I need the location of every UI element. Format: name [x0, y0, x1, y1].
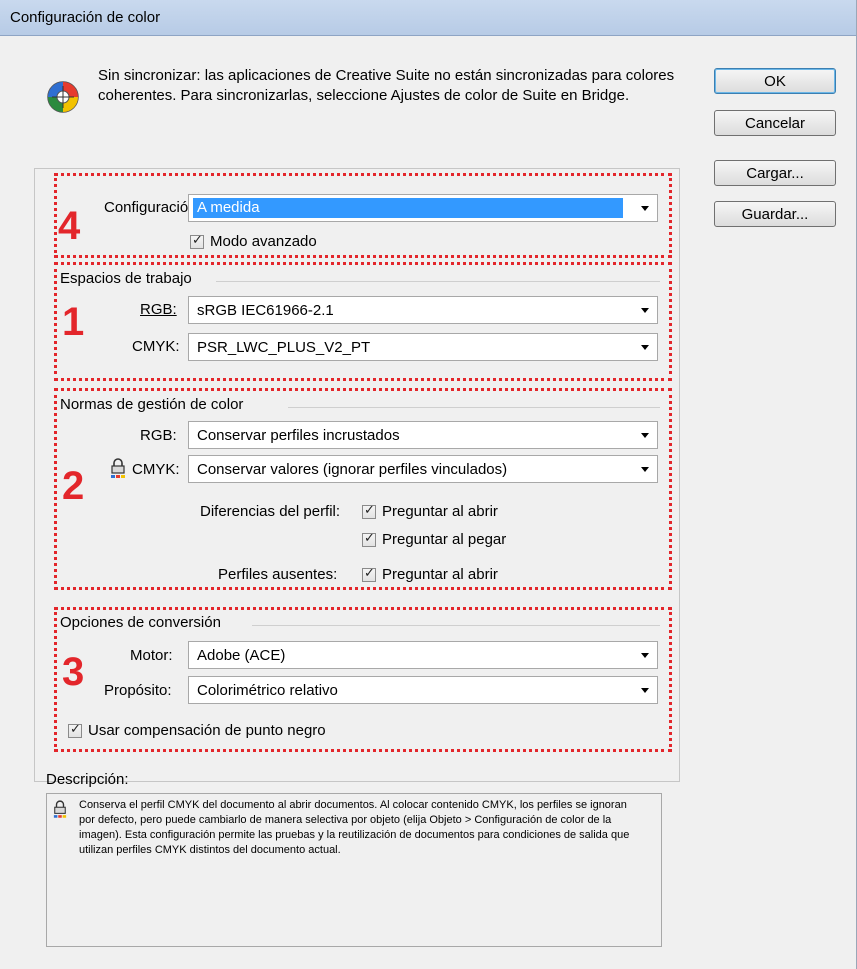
- engine-select[interactable]: Adobe (ACE): [188, 641, 658, 669]
- policies-title: Normas de gestión de color: [60, 396, 244, 413]
- annotation-number-4: 4: [58, 204, 81, 248]
- chevron-down-icon: [641, 345, 649, 350]
- ws-cmyk-label: CMYK:: [132, 338, 180, 355]
- annotation-box-2: [54, 388, 672, 590]
- policy-rgb-label: RGB:: [140, 427, 177, 444]
- working-spaces-title: Espacios de trabajo: [60, 270, 192, 287]
- mismatch-ask-paste-label: Preguntar al pegar: [382, 531, 507, 548]
- settings-select[interactable]: A medida: [188, 194, 658, 222]
- policy-rgb-select[interactable]: Conservar perfiles incrustados: [188, 421, 658, 449]
- missing-ask-open-checkbox[interactable]: [362, 566, 376, 582]
- lock-icon: [111, 458, 125, 478]
- missing-profiles-label: Perfiles ausentes:: [218, 566, 338, 583]
- description-box: Conserva el perfil CMYK del documento al…: [46, 793, 662, 947]
- lock-icon: [53, 800, 67, 818]
- conversion-title: Opciones de conversión: [60, 614, 221, 631]
- intent-label: Propósito:: [104, 682, 172, 699]
- color-settings-dialog: Configuración de color Sin sincronizar: …: [0, 0, 857, 969]
- profile-mismatch-label: Diferencias del perfil:: [200, 503, 341, 520]
- section-divider: [216, 281, 660, 282]
- chevron-down-icon: [641, 206, 649, 211]
- engine-label: Motor:: [130, 647, 173, 664]
- black-point-compensation-label: Usar compensación de punto negro: [88, 722, 326, 739]
- mismatch-ask-paste-checkbox[interactable]: [362, 531, 376, 547]
- window-title: Configuración de color: [10, 9, 161, 26]
- color-sync-icon: [47, 81, 79, 113]
- chevron-down-icon: [641, 308, 649, 313]
- sync-status-message: Sin sincronizar: las aplicaciones de Cre…: [98, 67, 675, 104]
- missing-ask-open-label: Preguntar al abrir: [382, 566, 498, 583]
- chevron-down-icon: [641, 653, 649, 658]
- description-title: Descripción:: [46, 771, 129, 788]
- intent-select[interactable]: Colorimétrico relativo: [188, 676, 658, 704]
- chevron-down-icon: [641, 467, 649, 472]
- ws-rgb-label: RGB:: [140, 301, 177, 318]
- section-divider: [288, 407, 660, 408]
- ws-rgb-select[interactable]: sRGB IEC61966-2.1: [188, 296, 658, 324]
- annotation-number-2: 2: [62, 464, 85, 508]
- description-text: Conserva el perfil CMYK del documento al…: [79, 799, 630, 856]
- chevron-down-icon: [641, 433, 649, 438]
- settings-label: Configuración:: [104, 199, 201, 216]
- load-button[interactable]: Cargar...: [714, 160, 836, 186]
- ws-cmyk-select[interactable]: PSR_LWC_PLUS_V2_PT: [188, 333, 658, 361]
- mismatch-ask-open-label: Preguntar al abrir: [382, 503, 498, 520]
- mismatch-ask-open-checkbox[interactable]: [362, 503, 376, 519]
- ok-button[interactable]: OK: [714, 68, 836, 94]
- policy-cmyk-select[interactable]: Conservar valores (ignorar perfiles vinc…: [188, 455, 658, 483]
- annotation-number-3: 3: [62, 650, 85, 694]
- chevron-down-icon: [641, 688, 649, 693]
- save-button[interactable]: Guardar...: [714, 201, 836, 227]
- policy-cmyk-label: CMYK:: [132, 461, 180, 478]
- title-bar[interactable]: Configuración de color: [0, 0, 856, 36]
- section-divider: [252, 625, 660, 626]
- advanced-mode-checkbox[interactable]: [190, 233, 204, 249]
- black-point-compensation-checkbox[interactable]: [68, 722, 82, 738]
- cancel-button[interactable]: Cancelar: [714, 110, 836, 136]
- advanced-mode-label: Modo avanzado: [210, 233, 317, 250]
- annotation-number-1: 1: [62, 300, 85, 344]
